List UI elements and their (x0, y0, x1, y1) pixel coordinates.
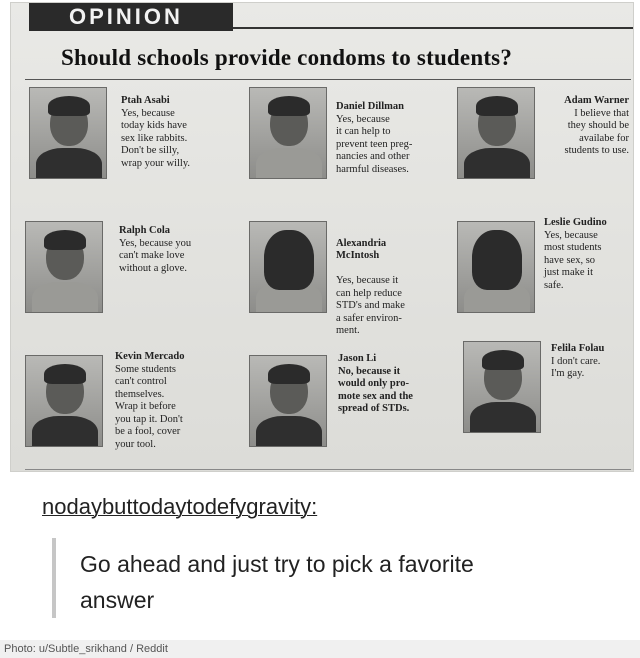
newspaper-clipping: OPINION Should schools provide condoms t… (10, 2, 634, 472)
bottom-rule (25, 469, 631, 470)
student-photo-felila-folau (463, 341, 541, 433)
student-answer: Yes, because it can help reduce STD's an… (336, 275, 405, 336)
student-name: Adam Warner (564, 95, 629, 106)
student-name: Ralph Cola (119, 225, 171, 236)
student-photo-jason-li (249, 355, 327, 447)
section-label: OPINION (29, 3, 233, 31)
post-comment: Go ahead and just try to pick a favorite… (80, 551, 474, 613)
student-name: Ptah Asabi (121, 95, 170, 106)
student-photo-kevin-mercado (25, 355, 103, 447)
headline: Should schools provide condoms to studen… (61, 45, 513, 70)
student-photo-daniel-dillman (249, 87, 327, 179)
student-answer: No, because it would only pro- mote sex … (338, 365, 413, 415)
student-name: Kevin Mercado (115, 351, 185, 362)
student-name: Alexandria McIntosh (336, 237, 387, 262)
student-answer: Yes, because you can't make love without… (119, 237, 192, 274)
student-response: Adam Warner I believe that they should b… (543, 95, 629, 158)
student-response: Kevin Mercado Some students can't contro… (115, 351, 227, 451)
student-name: Felila Folau (551, 343, 605, 354)
student-name: Jason Li (338, 353, 377, 364)
quote-bar (52, 538, 56, 618)
student-photo-ralph-cola (25, 221, 103, 313)
student-photo-ptah-asabi (29, 87, 107, 179)
student-response: Ralph Cola Yes, because you can't make l… (119, 225, 231, 275)
student-photo-alexandria-mcintosh (249, 221, 327, 313)
student-response: Alexandria McIntosh Yes, because it can … (336, 225, 448, 350)
student-answer: I don't care. I'm gay. (551, 355, 601, 380)
student-response: Felila Folau I don't care. I'm gay. (551, 343, 633, 381)
student-name: Leslie Gudino (544, 217, 607, 228)
student-answer: Yes, because most students have sex, so … (544, 229, 602, 291)
student-response: Leslie Gudino Yes, because most students… (544, 217, 630, 292)
student-response: Daniel Dillman Yes, because it can help … (336, 101, 448, 176)
photo-credit: Photo: u/Subtle_srikhand / Reddit (0, 640, 640, 658)
student-answer: Some students can't control themselves. … (115, 363, 183, 450)
student-answer: I believe that they should be availabe f… (564, 107, 629, 157)
post-username-link[interactable]: nodaybuttodaytodefygravity: (42, 494, 317, 520)
student-photo-adam-warner (457, 87, 535, 179)
student-name: Daniel Dillman (336, 101, 404, 112)
header-rule (233, 27, 633, 29)
student-answer: Yes, because it can help to prevent teen… (336, 113, 413, 175)
student-answer: Yes, because today kids have sex like ra… (121, 107, 191, 169)
student-response: Ptah Asabi Yes, because today kids have … (121, 95, 233, 170)
headline-rule (25, 79, 631, 80)
student-response: Jason Li No, because it would only pro- … (338, 353, 450, 416)
student-photo-leslie-gudino (457, 221, 535, 313)
